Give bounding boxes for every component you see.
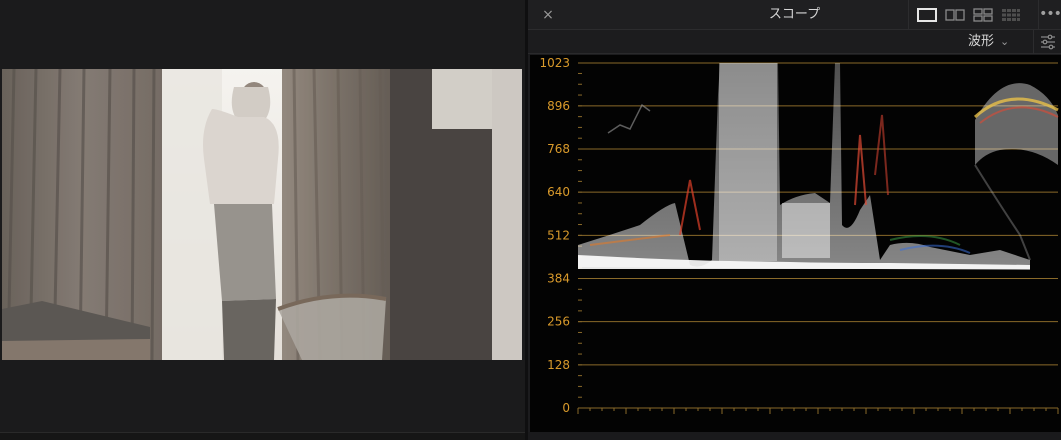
viewer-footer — [0, 432, 525, 440]
scope-mode-select[interactable]: 波形 ⌄ — [968, 32, 1009, 52]
waveform-graph: 1023 896 768 640 512 384 256 128 0 — [539, 56, 1059, 415]
y-tick-label: 384 — [547, 271, 570, 285]
viewer-panel — [0, 0, 525, 440]
y-tick-label: 768 — [547, 142, 570, 156]
y-tick-label: 1023 — [539, 56, 570, 70]
waveform-scope: 1023 896 768 640 512 384 256 128 0 — [530, 55, 1061, 432]
y-tick-label: 640 — [547, 185, 570, 199]
layout-dual-icon[interactable] — [943, 6, 967, 24]
scope-footer — [528, 432, 1061, 440]
video-frame[interactable] — [2, 69, 522, 360]
scope-mode-label: 波形 — [968, 34, 995, 49]
layout-grid-icon[interactable] — [999, 6, 1023, 24]
scope-toolbar: 波形 ⌄ — [528, 30, 1061, 54]
layout-quad-icon[interactable] — [971, 6, 995, 24]
scope-settings-icon[interactable] — [1033, 30, 1061, 54]
scope-header: × スコープ ••• — [528, 0, 1061, 30]
chevron-down-icon: ⌄ — [1000, 35, 1010, 48]
y-tick-label: 0 — [562, 401, 570, 415]
y-tick-label: 128 — [547, 358, 570, 372]
y-tick-label: 512 — [547, 228, 570, 242]
y-tick-label: 256 — [547, 315, 570, 329]
y-tick-label: 896 — [547, 99, 570, 113]
video-frame-image — [2, 69, 522, 360]
layout-single-icon[interactable] — [915, 6, 939, 24]
waveform-traces — [578, 63, 1059, 270]
layout-buttons — [908, 0, 1038, 30]
more-dots-icon[interactable]: ••• — [1038, 0, 1061, 30]
scope-panel: × スコープ ••• 波形 ⌄ 1023 896 768 640 512 384… — [528, 0, 1061, 440]
